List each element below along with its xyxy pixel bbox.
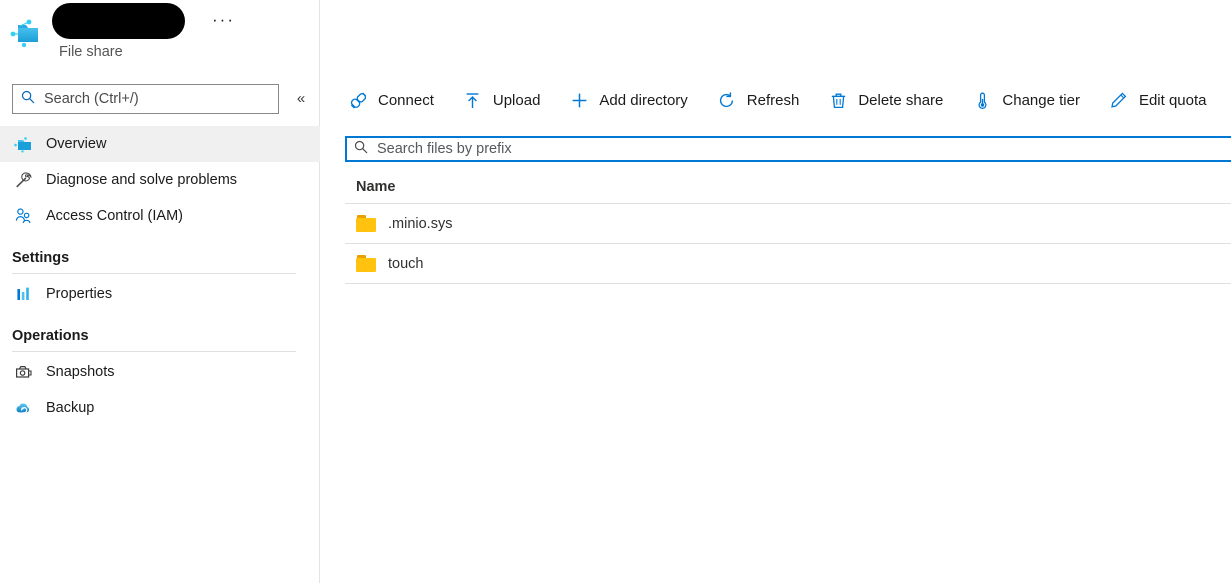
upload-arrow-icon — [462, 89, 484, 111]
sidebar-item-label: Diagnose and solve problems — [46, 172, 238, 188]
folder-icon — [356, 254, 378, 273]
plus-icon — [568, 89, 590, 111]
search-input[interactable] — [42, 90, 270, 108]
sidebar-item-label: Properties — [46, 286, 113, 302]
refresh-icon — [716, 89, 738, 111]
toolbar-button-label: Change tier — [1002, 91, 1080, 109]
column-header-name: Name — [356, 178, 396, 195]
sidebar-item-label: Backup — [46, 400, 95, 416]
resource-blade-sidebar: ··· File share « — [0, 0, 320, 583]
sidebar-item-backup[interactable]: Backup — [0, 390, 320, 426]
sidebar-item-snapshots[interactable]: Snapshots — [0, 354, 320, 390]
bar-chart-icon — [12, 284, 34, 304]
camera-snapshot-icon — [12, 362, 34, 382]
delete-share-button[interactable]: Delete share — [825, 83, 955, 117]
wrench-icon — [12, 170, 34, 190]
toolbar-button-label: Delete share — [858, 91, 944, 109]
sidebar-item-overview[interactable]: Overview — [0, 126, 320, 162]
search-icon — [21, 90, 35, 109]
folder-icon — [356, 214, 378, 233]
file-search-input[interactable] — [375, 140, 1224, 158]
file-share-icon — [12, 134, 34, 154]
sidebar-item-label: Overview — [46, 136, 107, 152]
add-directory-button[interactable]: Add directory — [566, 83, 699, 117]
toolbar-button-label: Connect — [378, 91, 434, 109]
plug-connect-icon — [347, 89, 369, 111]
toolbar-button-label: Add directory — [599, 91, 688, 109]
sidebar-section-title: Settings — [12, 250, 70, 266]
toolbar-button-label: Refresh — [746, 91, 800, 109]
sidebar-search-box[interactable] — [12, 84, 279, 114]
trash-icon — [827, 89, 849, 111]
search-icon — [354, 140, 368, 159]
sidebar-item-properties[interactable]: Properties — [0, 276, 320, 312]
toolbar-button-label: Upload — [492, 91, 541, 109]
people-icon — [12, 206, 34, 226]
collapse-sidebar-button[interactable]: « — [290, 88, 312, 110]
table-row[interactable]: touch — [345, 244, 1231, 284]
file-name-label: touch — [388, 255, 424, 272]
file-name-label: .minio.sys — [388, 215, 453, 232]
section-divider — [12, 273, 296, 274]
sidebar-item-access-control-iam[interactable]: Access Control (IAM) — [0, 198, 320, 234]
cloud-backup-icon — [12, 398, 34, 418]
sidebar-nav-list: Overview Diagnose and solve problems Acc… — [0, 126, 320, 426]
refresh-button[interactable]: Refresh — [714, 83, 812, 117]
file-list-table: Name .minio.sys touch — [345, 170, 1231, 284]
upload-button[interactable]: Upload — [460, 83, 553, 117]
blade-header: ··· File share — [0, 0, 319, 70]
resource-type-label: File share — [59, 44, 123, 60]
sidebar-item-diagnose-and-solve-problems[interactable]: Diagnose and solve problems — [0, 162, 320, 198]
file-search-box[interactable] — [345, 136, 1231, 162]
table-row[interactable]: .minio.sys — [345, 204, 1231, 244]
sidebar-item-label: Snapshots — [46, 364, 115, 380]
connect-button[interactable]: Connect — [345, 83, 446, 117]
file-share-icon — [10, 16, 44, 48]
sidebar-section-title: Operations — [12, 328, 89, 344]
thermometer-icon — [971, 89, 993, 111]
sidebar-item-label: Access Control (IAM) — [46, 208, 183, 224]
change-tier-button[interactable]: Change tier — [969, 83, 1092, 117]
table-header-row: Name — [345, 170, 1231, 204]
command-toolbar: Connect Upload Add directory Refresh Del… — [345, 82, 1231, 118]
more-actions-button[interactable]: ··· — [212, 11, 236, 33]
sidebar-search-row: « — [0, 84, 320, 116]
redacted-resource-name — [52, 3, 185, 39]
toolbar-button-label: Edit quota — [1138, 91, 1207, 109]
edit-quota-button[interactable]: Edit quota — [1106, 83, 1219, 117]
file-share-content-pane: Connect Upload Add directory Refresh Del… — [321, 0, 1231, 583]
section-divider — [12, 351, 296, 352]
pencil-icon — [1108, 89, 1130, 111]
